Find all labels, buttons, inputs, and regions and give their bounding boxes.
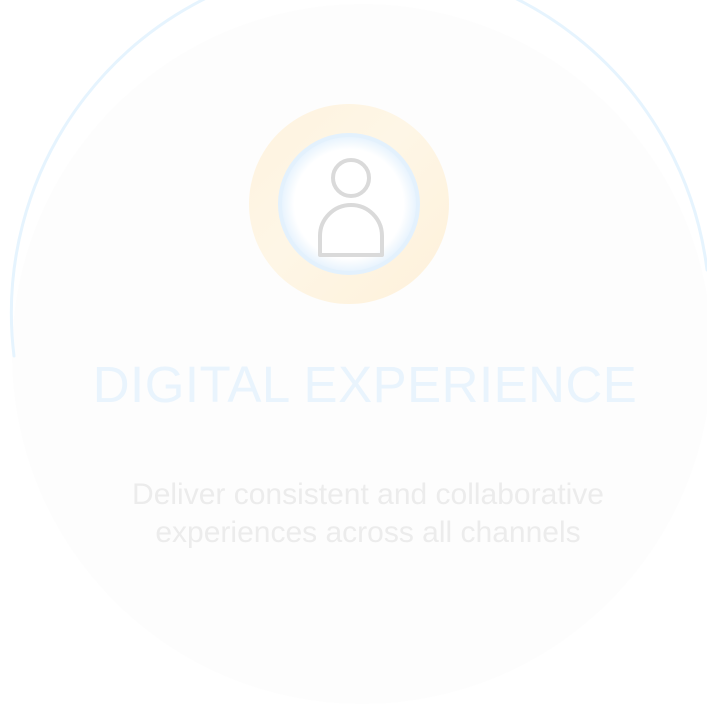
digital-experience-card: DIGITAL EXPERIENCE Deliver consistent an… xyxy=(0,0,707,714)
card-description: Deliver consistent and collaborative exp… xyxy=(132,478,604,549)
user-icon xyxy=(249,104,449,304)
card-title: DIGITAL EXPERIENCE xyxy=(92,356,638,413)
